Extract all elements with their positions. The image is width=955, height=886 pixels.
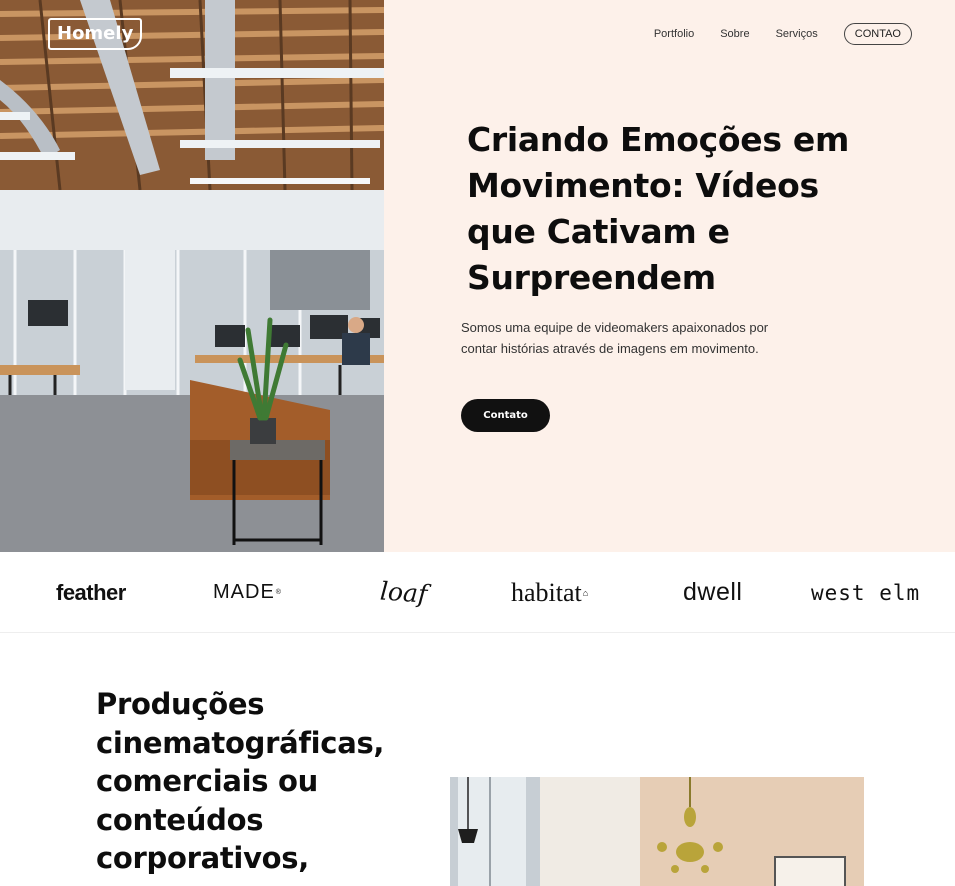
office-photo-illustration xyxy=(0,0,384,552)
productions-section: Produções cinematográficas, comerciais o… xyxy=(0,633,955,886)
homely-logo[interactable]: Homely xyxy=(48,18,143,50)
main-nav: Portfolio Sobre Serviços CONTAO xyxy=(654,23,912,45)
nav-servicos-link[interactable]: Serviços xyxy=(776,28,818,40)
productions-title: Produções cinematográficas, comerciais o… xyxy=(96,687,385,875)
hero-contato-button[interactable]: Contato xyxy=(461,399,550,432)
interior-photo-illustration xyxy=(450,777,864,886)
brand-logo-dwell: dwell xyxy=(683,578,743,606)
office-photo xyxy=(0,0,384,552)
brand-logo-loaf: loaf xyxy=(379,576,429,609)
brand-logo-west-elm: west elm xyxy=(811,580,921,605)
hero-subtitle: Somos uma equipe de videomakers apaixona… xyxy=(461,320,769,356)
hero-title: Criando Emoções em Movimento: Vídeos que… xyxy=(467,120,850,297)
brand-habitat-text: habitat xyxy=(511,577,582,607)
brand-logo-feather: feather xyxy=(56,579,126,605)
brand-made-text: MADE xyxy=(213,581,275,603)
interior-photo xyxy=(450,777,864,886)
registered-mark-icon: ® xyxy=(275,589,282,596)
nav-contato-button[interactable]: CONTAO xyxy=(843,23,912,45)
house-mark-icon: ⌂ xyxy=(582,587,589,598)
nav-portfolio-link[interactable]: Portfolio xyxy=(654,28,694,40)
hero-section: Homely Portfolio Sobre Serviços CONTAO C… xyxy=(0,0,955,552)
brand-logo-habitat: habitat ⌂ xyxy=(511,552,588,633)
nav-sobre-link[interactable]: Sobre xyxy=(720,28,749,40)
brand-logo-made: MADE ® xyxy=(213,552,282,633)
brand-logos-bar: feather MADE ® loaf habitat ⌂ dwell west e… xyxy=(0,552,955,633)
